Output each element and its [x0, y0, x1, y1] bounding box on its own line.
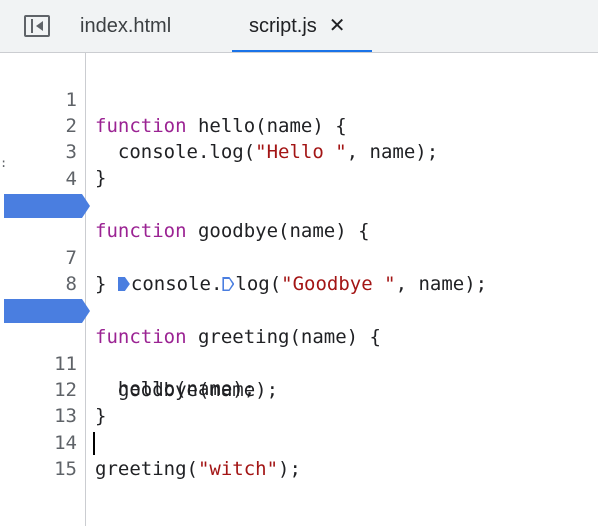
tab-index-html[interactable]: index.html	[80, 0, 171, 52]
code-fragment: greeting(	[95, 458, 198, 480]
code-text[interactable]: greeting("witch");	[95, 456, 301, 482]
code-line: 10 hello(name);	[0, 298, 598, 400]
tab-label: script.js	[249, 15, 317, 37]
text-cursor	[93, 432, 95, 455]
string-literal: "witch"	[197, 458, 279, 480]
code-line: 2 console.log("Hello ", name);	[0, 87, 598, 163]
source-editor: index.html script.js ✕ : 1 function hello…	[0, 0, 598, 526]
code-line: 9 function greeting(name) {	[0, 272, 598, 348]
code-line: 5 function goodbye(name) {	[0, 166, 598, 242]
code-line: 11 goodbye(name);	[0, 325, 598, 401]
close-icon[interactable]: ✕	[329, 0, 346, 52]
tab-script-js[interactable]: script.js ✕	[232, 0, 372, 52]
code-line: 12 }	[0, 351, 598, 427]
breakpoint-marker[interactable]	[4, 194, 90, 218]
code-fragment: );	[278, 458, 301, 480]
code-line: 8	[0, 245, 598, 295]
tab-bar: index.html script.js ✕	[0, 0, 598, 53]
breakpoint-marker[interactable]	[4, 299, 90, 323]
code-line: 3 }	[0, 113, 598, 189]
code-line: 15	[0, 430, 598, 480]
code-line: 4	[0, 140, 598, 190]
toggle-navigator-arrow	[36, 21, 43, 31]
code-line: 14 greeting("witch");	[0, 404, 598, 480]
code-line: 1 function hello(name) {	[0, 61, 598, 137]
code-line: 13	[0, 377, 598, 427]
code-line: 6 console. log("Goodbye ", name);	[0, 193, 598, 295]
code-line: 7 }	[0, 219, 598, 295]
tab-label: index.html	[80, 15, 172, 37]
toggle-navigator-bar	[31, 19, 33, 33]
line-number[interactable]: 15	[0, 456, 77, 482]
toggle-navigator-icon[interactable]	[24, 15, 50, 37]
